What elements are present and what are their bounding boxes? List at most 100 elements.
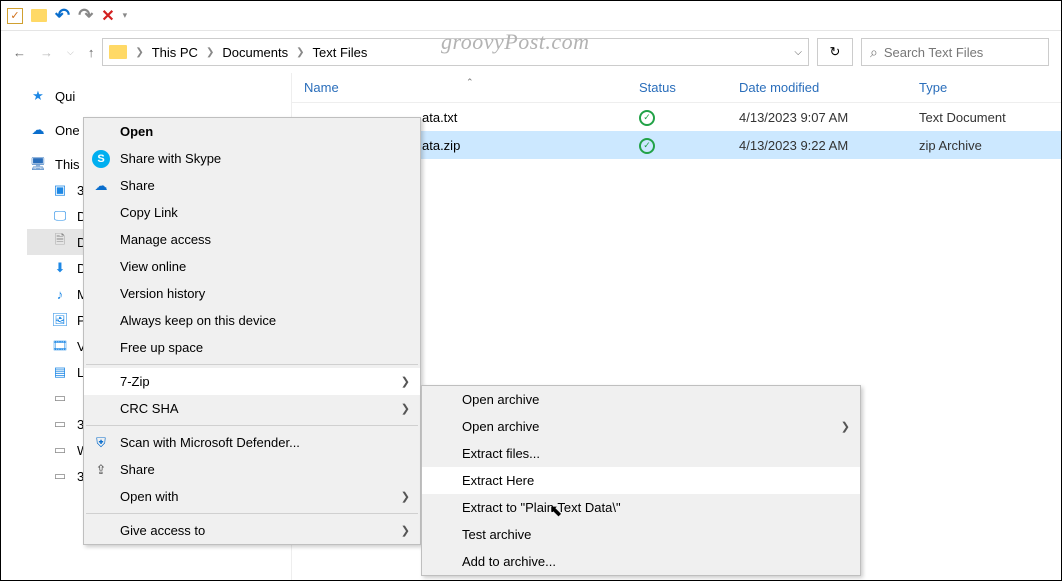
file-date: 4/13/2023 9:22 AM [727,138,907,153]
breadcrumb[interactable]: Documents [218,45,292,60]
menu-item-scan-with-microsoft-defender-[interactable]: ⛨Scan with Microsoft Defender... [84,429,420,456]
menu-item-give-access-to[interactable]: Give access to❯ [84,517,420,544]
chevron-down-icon[interactable]: ⌵ [794,47,802,58]
submenu-item-test-archive[interactable]: Test archive [422,521,860,548]
file-type: zip Archive [907,138,1061,153]
chevron-right-icon: ❯ [401,490,410,503]
hdd-icon: ▭ [51,415,69,433]
menu-label: Open with [120,489,179,504]
menu-item-open[interactable]: Open [84,118,420,145]
col-name[interactable]: Name [292,80,627,95]
chevron-right-icon[interactable]: ❯ [135,47,143,58]
menu-label: Version history [120,286,205,301]
menu-label: Open [120,124,153,139]
menu-label: 7-Zip [120,374,150,389]
chevron-right-icon: ❯ [401,402,410,415]
file-date: 4/13/2023 9:07 AM [727,110,907,125]
folder-icon [109,45,127,59]
hdd-icon: ▭ [51,441,69,459]
star-icon: ★ [29,87,47,105]
cloud-icon: ☁ [29,121,47,139]
menu-item-view-online[interactable]: View online [84,253,420,280]
pc-icon: 🖥 [29,155,47,173]
cursor-icon: ⬉ [549,501,562,521]
search-icon: ⌕ [870,44,878,61]
download-icon: ⬇ [51,259,69,277]
context-submenu: Open archive Open archive ❯ Extract files..… [421,385,861,576]
submenu-item-add-to-archive-[interactable]: Add to archive... [422,548,860,575]
menu-item-open-with[interactable]: Open with ❯ [84,483,420,510]
chevron-right-icon: ❯ [841,420,850,433]
menu-label: Open archive [462,392,539,407]
search-input[interactable]: ⌕ Search Text Files [861,38,1049,66]
desktop-icon: 🖵 [51,207,69,225]
menu-label: Test archive [462,527,531,542]
music-icon: ♪ [51,285,69,303]
menu-label: Extract to "Plain Text Data\" [462,500,621,515]
menu-label: Add to archive... [462,554,556,569]
sidebar-item-quick-access[interactable]: ★Qui [25,83,291,109]
col-date[interactable]: Date modified [727,80,907,95]
submenu-item-extract-to-plain-text-data-[interactable]: Extract to "Plain Text Data\" [422,494,860,521]
chevron-right-icon: ❯ [401,375,410,388]
submenu-item-open-archive[interactable]: Open archive ❯ [422,413,860,440]
delete-icon[interactable]: ✕ [101,6,114,26]
menu-label: Share with Skype [120,151,221,166]
drive-icon: ▤ [51,363,69,381]
menu-item-crc-sha[interactable]: CRC SHA ❯ [84,395,420,422]
quick-access-toolbar: ✓ ↶ ↷ ✕ ▾ [1,1,1061,31]
menu-label: Scan with Microsoft Defender... [120,435,300,450]
menu-label: View online [120,259,186,274]
hdd-icon: ▭ [51,389,69,407]
menu-label: Give access to [120,523,205,538]
video-icon: 🎞 [51,337,69,355]
chevron-right-icon[interactable]: ❯ [206,47,214,58]
menu-item-version-history[interactable]: Version history [84,280,420,307]
submenu-item-extract-here[interactable]: Extract Here [422,467,860,494]
undo-icon[interactable]: ↶ [55,5,70,26]
menu-item-always-keep-on-this-device[interactable]: Always keep on this device [84,307,420,334]
submenu-item-open-archive[interactable]: Open archive [422,386,860,413]
breadcrumb[interactable]: Text Files [308,45,371,60]
status-ok-icon: ✓ [639,138,655,154]
col-type[interactable]: Type [907,80,1061,95]
submenu-item-extract-files-[interactable]: Extract files... [422,440,860,467]
file-type: Text Document [907,110,1061,125]
menu-label: Copy Link [120,205,178,220]
menu-label: Share [120,462,155,477]
menu-item-free-up-space[interactable]: Free up space [84,334,420,361]
sort-indicator-icon: ⌃ [466,77,474,88]
folder-icon[interactable] [31,9,47,22]
history-dropdown-icon[interactable]: ⌵ [67,47,74,58]
check-icon[interactable]: ✓ [7,8,23,24]
chevron-right-icon[interactable]: ❯ [296,47,304,58]
refresh-button[interactable]: ↻ [817,38,853,66]
cube-icon: ▣ [51,181,69,199]
status-ok-icon: ✓ [639,110,655,126]
share-icon: ⇪ [92,461,110,479]
doc-icon: 🗎 [51,233,69,251]
up-icon[interactable]: ↑ [88,45,95,60]
col-status[interactable]: Status [627,80,727,95]
redo-icon[interactable]: ↷ [78,5,93,26]
menu-label: Open archive [462,419,539,434]
cloud-icon: ☁ [92,177,110,195]
search-placeholder: Search Text Files [884,45,983,60]
back-icon[interactable]: ← [13,45,26,60]
breadcrumb[interactable]: This PC [148,45,202,60]
menu-item-copy-link[interactable]: Copy Link [84,199,420,226]
dropdown-icon[interactable]: ▾ [123,10,128,21]
menu-item-share[interactable]: ⇪ Share [84,456,420,483]
forward-icon: → [40,45,53,60]
menu-item-share[interactable]: ☁ Share [84,172,420,199]
menu-label: Extract files... [462,446,540,461]
menu-label: Share [120,178,155,193]
hdd-icon: ▭ [51,467,69,485]
menu-label: Free up space [120,340,203,355]
menu-label: CRC SHA [120,401,179,416]
menu-item-manage-access[interactable]: Manage access [84,226,420,253]
menu-item-share-with-skype[interactable]: S Share with Skype [84,145,420,172]
menu-item-7-zip[interactable]: 7-Zip ❯ [84,368,420,395]
refresh-icon: ↻ [830,44,841,60]
skype-icon: S [92,150,110,168]
